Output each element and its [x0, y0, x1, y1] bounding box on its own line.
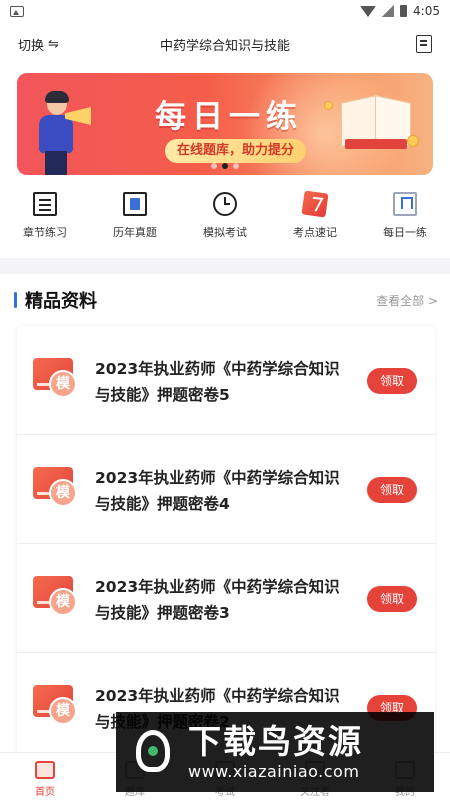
watermark-text: 下载鸟资源 — [188, 722, 363, 761]
mock-badge: 模 — [49, 697, 77, 725]
daily-practice-icon — [393, 192, 417, 216]
exam-paper-icon: 模 — [33, 467, 77, 507]
nav-label: 考点速记 — [293, 226, 337, 239]
swap-arrows-icon: ⇋ — [48, 36, 59, 52]
notes-icon[interactable] — [416, 35, 432, 53]
claim-button[interactable]: 领取 — [367, 586, 417, 612]
coin-icon — [324, 101, 333, 110]
page-title: 中药学综合知识与技能 — [159, 38, 290, 54]
open-book-illustration — [341, 91, 411, 153]
pagination-dot[interactable] — [211, 163, 217, 169]
nav-label: 章节练习 — [23, 226, 67, 239]
pagination-dot[interactable] — [233, 163, 239, 169]
bird-logo-icon — [130, 726, 176, 778]
pagination-dot-active[interactable] — [222, 163, 228, 169]
exam-paper-icon: 模 — [33, 576, 77, 616]
material-title: 2023年执业药师《中药学综合知识与技能》押题密卷4 — [95, 469, 340, 513]
mock-badge: 模 — [49, 370, 77, 398]
nav-past-exams[interactable]: 历年真题 — [95, 192, 175, 246]
exam-paper-icon: 模 — [33, 685, 77, 725]
banner-title: 每日一练 — [155, 99, 303, 135]
switch-label: 切换 — [18, 38, 45, 54]
tab-home[interactable]: 首页 — [10, 753, 80, 800]
list-item[interactable]: 模 2023年执业药师《中药学综合知识与技能》押题密卷3 领取 — [17, 544, 435, 653]
banner-subtitle: 在线题库，助力提分 — [165, 139, 307, 163]
nav-label: 每日一练 — [383, 226, 427, 239]
claim-button[interactable]: 领取 — [367, 368, 417, 394]
view-all-link[interactable]: 查看全部 > — [376, 292, 438, 309]
list-item[interactable]: 模 2023年执业药师《中药学综合知识与技能》押题密卷4 领取 — [17, 435, 435, 544]
chapter-practice-icon — [33, 192, 57, 216]
watermark-url: www.xiazainiao.com — [188, 762, 360, 781]
nav-mock-exam[interactable]: 模拟考试 — [185, 192, 265, 246]
mock-badge: 模 — [49, 479, 77, 507]
signal-icon — [382, 5, 395, 17]
section-header: 精品资料 查看全部 > — [14, 288, 438, 312]
material-title: 2023年执业药师《中药学综合知识与技能》押题密卷5 — [95, 360, 340, 404]
nav-daily-practice[interactable]: 每日一练 — [365, 192, 445, 246]
home-icon — [35, 761, 55, 779]
switch-subject-button[interactable]: 切换 ⇋ — [18, 35, 59, 54]
section-title: 精品资料 — [25, 291, 97, 312]
past-exams-icon — [123, 192, 147, 216]
coin-icon — [407, 135, 419, 147]
section-accent-bar — [14, 292, 17, 308]
top-header: 切换 ⇋ 中药学综合知识与技能 — [0, 26, 450, 62]
banner-pagination — [17, 163, 433, 169]
nav-chapter-practice[interactable]: 章节练习 — [5, 192, 85, 246]
nav-label: 历年真题 — [113, 226, 157, 239]
mock-exam-icon — [213, 192, 237, 216]
nav-key-points[interactable]: 考点速记 — [275, 190, 355, 246]
exam-paper-icon: 模 — [33, 358, 77, 398]
watermark-overlay: 下载鸟资源 www.xiazainiao.com — [116, 712, 434, 792]
promo-banner[interactable]: 每日一练 在线题库，助力提分 — [17, 73, 433, 175]
claim-button[interactable]: 领取 — [367, 477, 417, 503]
material-title: 2023年执业药师《中药学综合知识与技能》押题密卷3 — [95, 578, 340, 622]
wifi-icon — [360, 5, 377, 17]
mock-badge: 模 — [49, 588, 77, 616]
nav-label: 模拟考试 — [203, 226, 247, 239]
gallery-notification-icon — [10, 5, 24, 17]
key-points-icon — [301, 190, 329, 218]
list-item[interactable]: 模 2023年执业药师《中药学综合知识与技能》押题密卷5 领取 — [17, 326, 435, 435]
tab-label: 首页 — [35, 787, 55, 798]
battery-icon — [400, 5, 408, 17]
quick-nav: 章节练习 历年真题 模拟考试 考点速记 每日一练 — [0, 190, 450, 246]
status-time: 4:05 — [413, 4, 440, 18]
section-divider — [0, 258, 450, 274]
status-bar: 4:05 — [0, 0, 450, 22]
